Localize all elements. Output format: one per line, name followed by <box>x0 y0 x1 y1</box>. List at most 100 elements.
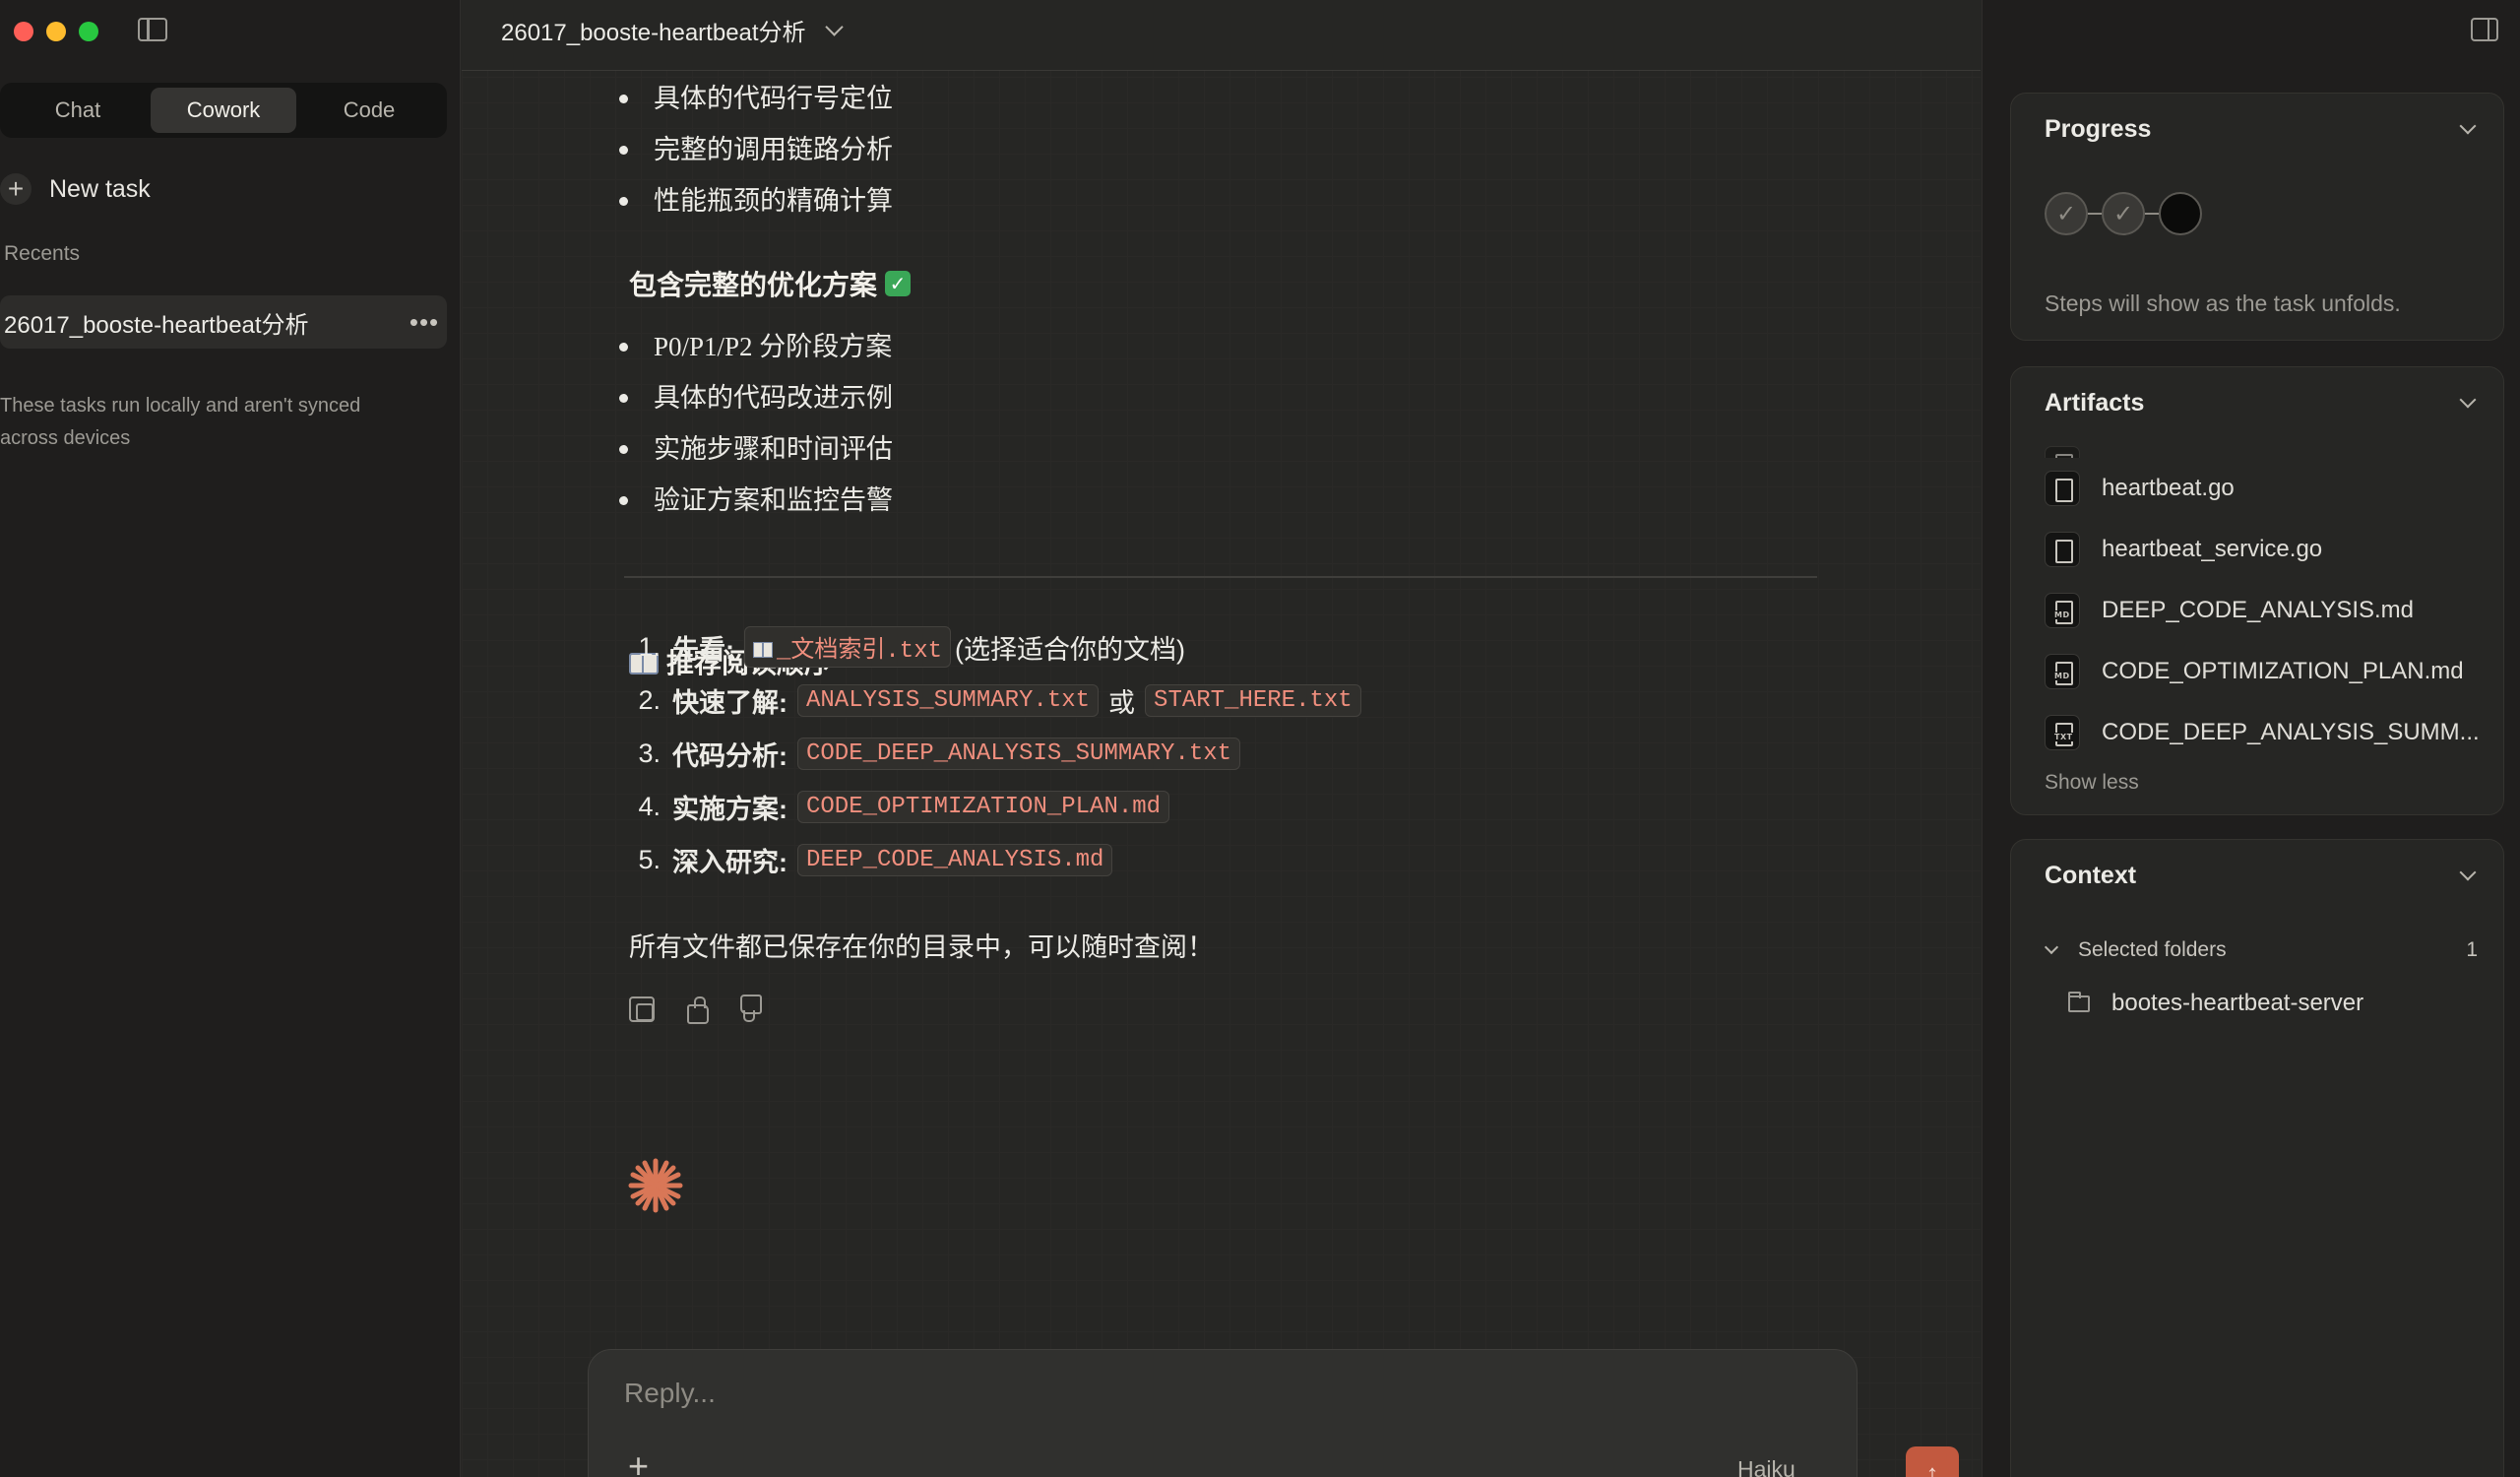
markdown-file-icon: MD <box>2045 654 2080 689</box>
reading-order-list: 1. 先看: _文档索引.txt (选择适合你的文档) 2. 快速了解: ANA… <box>629 620 1365 886</box>
artifact-item[interactable]: TXT CODE_DEEP_ANALYSIS_SUMM... <box>2011 702 2503 763</box>
artifact-item[interactable]: heartbeat_service.go <box>2011 519 2503 580</box>
task-title-dropdown[interactable]: 26017_booste-heartbeat分析 <box>501 13 844 47</box>
add-attachment-icon[interactable]: + <box>628 1448 649 1477</box>
maximize-window-button[interactable] <box>79 22 98 41</box>
right-panel: Progress ✓ ✓ Steps will show as the task… <box>1982 0 2520 1477</box>
chevron-down-icon <box>2459 391 2477 409</box>
code-text: _文档索引.txt <box>777 638 943 665</box>
text-file-icon: TXT <box>2045 715 2080 750</box>
or-text: 或 <box>1108 687 1136 718</box>
artifact-name: CODE_DEEP_ANALYSIS_SUMM... <box>2102 719 2480 745</box>
step-current-icon <box>2159 192 2202 235</box>
new-task-label: New task <box>49 174 151 203</box>
reply-composer: + Haiku 4.5 ↑ <box>588 1349 1959 1477</box>
optimization-list: P0/P1/P2 分阶段方案 具体的代码改进示例 实施步骤和时间评估 验证方案和… <box>619 321 893 526</box>
list-item: 1. 先看: _文档索引.txt (选择适合你的文档) <box>629 620 1365 674</box>
list-number: 4. <box>638 791 661 821</box>
chevron-down-icon <box>1843 1472 1859 1477</box>
artifact-name: heartbeat_service.go <box>2102 536 2323 562</box>
inline-code: _文档索引.txt <box>744 626 952 668</box>
close-window-button[interactable] <box>14 22 33 41</box>
artifact-item[interactable]: heartbeat.go <box>2011 458 2503 519</box>
model-selector[interactable]: Haiku 4.5 <box>1737 1456 1859 1477</box>
list-item: 4. 实施方案: CODE_OPTIMIZATION_PLAN.md <box>629 780 1365 833</box>
reply-input[interactable] <box>624 1378 1608 1409</box>
new-task-button[interactable]: + New task <box>0 173 151 205</box>
selected-folders-toggle[interactable]: Selected folders 1 <box>2041 938 2478 962</box>
collapse-context-button[interactable] <box>2459 864 2477 883</box>
plus-icon: + <box>0 173 32 205</box>
recent-task-item[interactable]: 26017_booste-heartbeat分析 ••• <box>0 295 447 349</box>
step-connector <box>2145 212 2159 216</box>
file-icon <box>2045 446 2080 458</box>
thumbs-down-icon[interactable] <box>739 996 765 1022</box>
recents-label: Recents <box>4 242 81 265</box>
markdown-file-icon: MD <box>2045 593 2080 628</box>
check-mark-icon: ✓ <box>885 271 912 296</box>
more-options-icon[interactable]: ••• <box>406 307 443 338</box>
step-complete-icon: ✓ <box>2045 192 2088 235</box>
task-title: 26017_booste-heartbeat分析 <box>501 20 806 46</box>
list-item: 具体的代码行号定位 <box>619 73 893 124</box>
send-button[interactable]: ↑ <box>1906 1446 1959 1477</box>
collapse-progress-button[interactable] <box>2459 117 2477 137</box>
list-item: 实施步骤和时间评估 <box>619 423 893 475</box>
list-item: 2. 快速了解: ANALYSIS_SUMMARY.txt 或 START_HE… <box>629 674 1365 727</box>
chevron-down-icon <box>2459 117 2477 135</box>
progress-steps: ✓ ✓ <box>2045 192 2202 235</box>
list-item: P0/P1/P2 分阶段方案 <box>619 321 893 372</box>
list-number: 5. <box>638 844 661 874</box>
chevron-down-icon <box>824 18 844 36</box>
list-item: 验证方案和监控告警 <box>619 475 893 526</box>
artifacts-card: Artifacts heartbeat.go heartbeat_service… <box>2010 366 2504 815</box>
closing-text: 所有文件都已保存在你的目录中，可以随时查阅！ <box>629 932 1214 962</box>
inline-code: DEEP_CODE_ANALYSIS.md <box>797 843 1113 876</box>
artifacts-title: Artifacts <box>2045 389 2145 417</box>
inline-code: START_HERE.txt <box>1145 683 1361 717</box>
panel-toggle-icon[interactable] <box>2471 18 2498 41</box>
list-number: 1. <box>638 631 661 662</box>
collapse-artifacts-button[interactable] <box>2459 391 2477 411</box>
recent-task-label: 26017_booste-heartbeat分析 <box>4 311 309 339</box>
file-icon <box>2045 532 2080 567</box>
artifact-item[interactable]: MD DEEP_CODE_ANALYSIS.md <box>2011 580 2503 641</box>
show-less-link[interactable]: Show less <box>2045 771 2139 795</box>
folder-icon <box>2068 991 2090 1012</box>
list-lead: 代码分析: <box>672 740 788 771</box>
tab-code[interactable]: Code <box>296 88 442 133</box>
steps-hint: Steps will show as the task unfolds. <box>2045 290 2401 316</box>
chevron-down-icon <box>2044 939 2059 955</box>
folder-item[interactable]: bootes-heartbeat-server <box>2068 990 2363 1017</box>
main-panel: 26017_booste-heartbeat分析 具体的代码行号定位 完整的调用… <box>462 0 1981 1477</box>
list-item: 完整的调用链路分析 <box>619 124 893 175</box>
context-card: Context Selected folders 1 bootes-heartb… <box>2010 839 2504 1477</box>
file-icon <box>2045 471 2080 506</box>
sidebar-toggle-icon[interactable] <box>138 18 167 41</box>
list-lead: 快速了解: <box>672 687 788 718</box>
top-bar: 26017_booste-heartbeat分析 <box>462 0 1981 71</box>
progress-card: Progress ✓ ✓ Steps will show as the task… <box>2010 93 2504 341</box>
section-heading-optimization: 包含完整的优化方案 ✓ <box>629 264 912 303</box>
list-lead: 深入研究: <box>672 847 788 877</box>
copy-icon[interactable] <box>629 996 655 1022</box>
folder-name: bootes-heartbeat-server <box>2111 990 2364 1016</box>
arrow-up-icon: ↑ <box>1925 1457 1939 1477</box>
list-item: 3. 代码分析: CODE_DEEP_ANALYSIS_SUMMARY.txt <box>629 727 1365 780</box>
artifact-item-partial[interactable] <box>2011 426 2503 458</box>
progress-title: Progress <box>2045 115 2152 143</box>
inline-code: ANALYSIS_SUMMARY.txt <box>797 683 1100 717</box>
section-heading-text: 包含完整的优化方案 <box>629 271 878 301</box>
tab-chat[interactable]: Chat <box>5 88 151 133</box>
divider <box>624 576 1817 578</box>
tab-cowork[interactable]: Cowork <box>151 88 296 133</box>
minimize-window-button[interactable] <box>46 22 66 41</box>
artifact-item[interactable]: MD CODE_OPTIMIZATION_PLAN.md <box>2011 641 2503 702</box>
inline-code: CODE_DEEP_ANALYSIS_SUMMARY.txt <box>797 737 1241 770</box>
book-icon <box>753 642 773 658</box>
inline-code: CODE_OPTIMIZATION_PLAN.md <box>797 790 1170 823</box>
list-item: 具体的代码改进示例 <box>619 372 893 423</box>
thumbs-up-icon[interactable] <box>684 996 710 1024</box>
list-lead: 实施方案: <box>672 794 788 824</box>
analysis-list: 具体的代码行号定位 完整的调用链路分析 性能瓶颈的精确计算 <box>619 73 893 226</box>
